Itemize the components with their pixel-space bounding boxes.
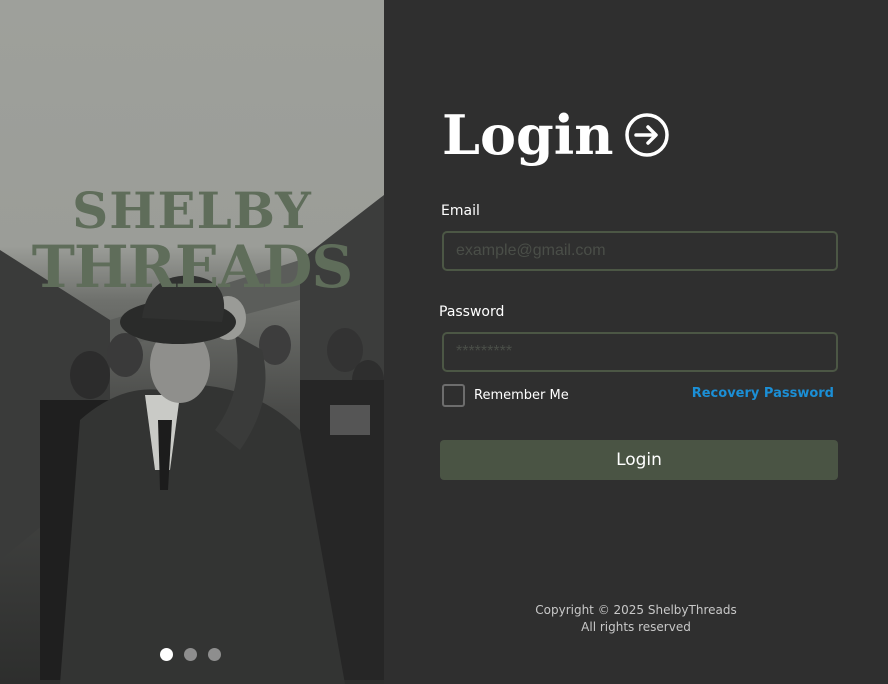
page-title: Login	[442, 103, 614, 167]
hero-photo	[0, 195, 384, 684]
footer: Copyright © 2025 ShelbyThreads All right…	[384, 602, 888, 636]
carousel-dot-2[interactable]	[184, 648, 197, 661]
remember-me-label: Remember Me	[474, 388, 569, 403]
brand-name-line1: SHELBY	[72, 181, 312, 240]
remember-me-checkbox[interactable]	[442, 384, 465, 407]
password-label: Password	[439, 304, 505, 320]
carousel-dots	[160, 648, 221, 661]
camera	[330, 405, 370, 435]
copyright-text: Copyright © 2025 ShelbyThreads	[535, 603, 737, 617]
recovery-password-link[interactable]: Recovery Password	[692, 386, 834, 401]
crowd-head	[107, 333, 143, 377]
carousel-dot-3[interactable]	[208, 648, 221, 661]
password-field[interactable]	[442, 332, 838, 372]
rights-text: All rights reserved	[581, 620, 691, 634]
login-button[interactable]: Login	[440, 440, 838, 480]
brand-name-line2: THREADS	[31, 233, 354, 301]
email-label: Email	[441, 203, 480, 219]
login-panel: Login Email Password Remember Me Recover…	[384, 0, 888, 684]
login-arrow-icon	[624, 113, 669, 157]
crowd-head	[70, 351, 110, 399]
email-field[interactable]	[442, 231, 838, 271]
remember-me: Remember Me	[442, 384, 569, 407]
hero-panel: SHELBY THREADS	[0, 0, 384, 684]
title-row: Login	[442, 108, 670, 162]
carousel-dot-1[interactable]	[160, 648, 173, 661]
